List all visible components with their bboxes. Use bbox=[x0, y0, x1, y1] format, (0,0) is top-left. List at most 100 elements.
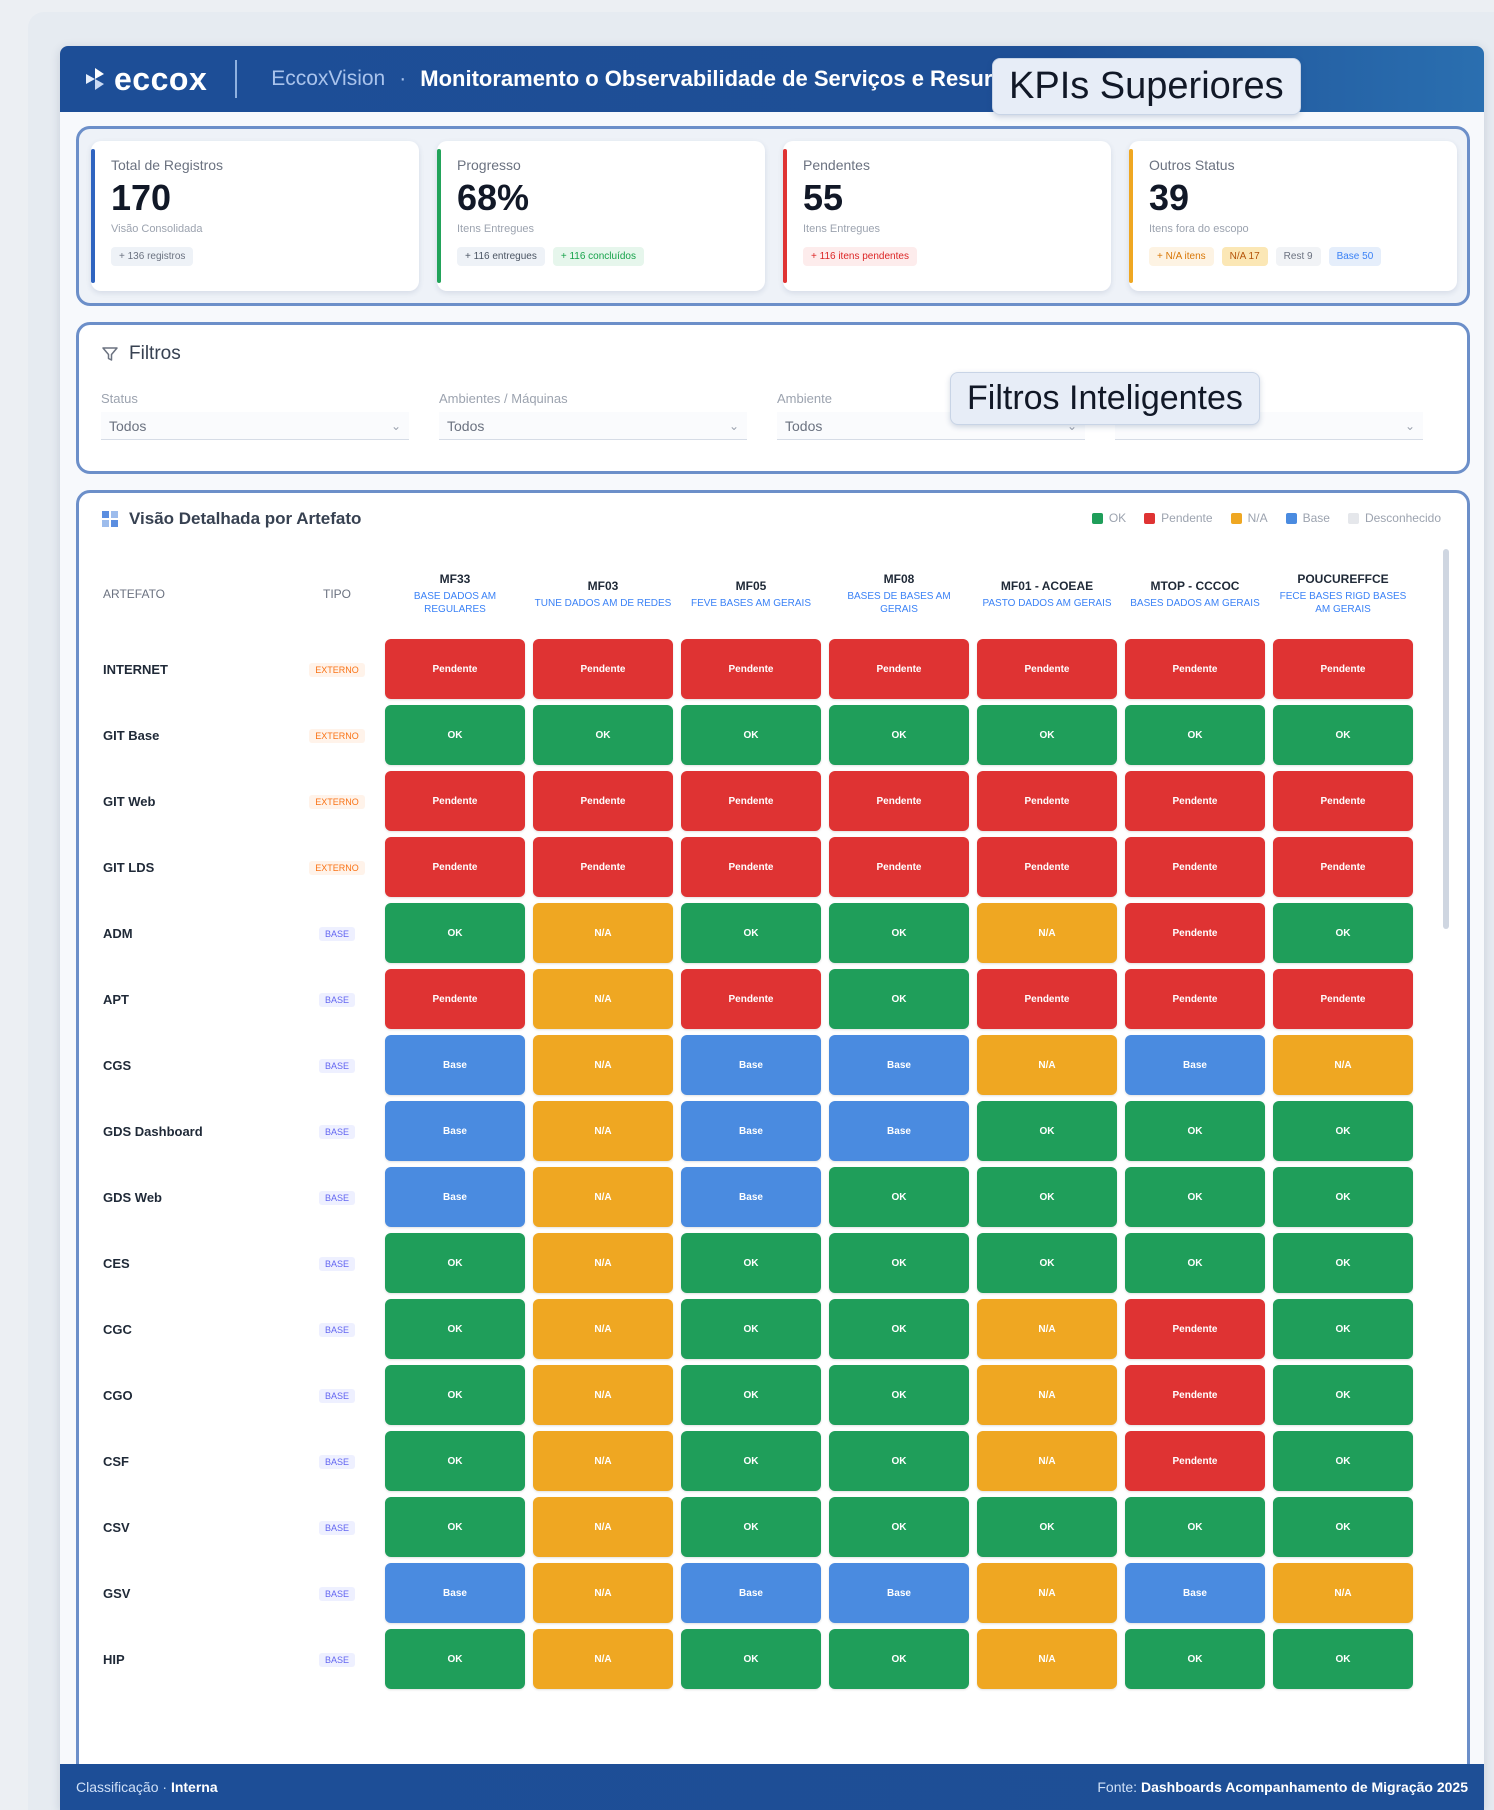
artifact-name[interactable]: INTERNET bbox=[99, 639, 289, 699]
artifact-name[interactable]: GIT Base bbox=[99, 705, 289, 765]
column-header-service[interactable]: MF05 FEVE BASES AM GERAIS bbox=[681, 555, 821, 633]
status-cell[interactable]: OK bbox=[681, 1233, 821, 1293]
status-cell[interactable]: OK bbox=[681, 903, 821, 963]
status-cell[interactable]: Pendente bbox=[1273, 771, 1413, 831]
status-cell[interactable]: OK bbox=[1125, 1629, 1265, 1689]
status-cell[interactable]: OK bbox=[385, 1365, 525, 1425]
column-header-service[interactable]: MF01 - ACOEAE PASTO DADOS AM GERAIS bbox=[977, 555, 1117, 633]
column-header-service[interactable]: MTOP - CCCOC BASES DADOS AM GERAIS bbox=[1125, 555, 1265, 633]
status-cell[interactable]: Pendente bbox=[977, 969, 1117, 1029]
status-cell[interactable]: OK bbox=[1273, 1167, 1413, 1227]
column-header-service[interactable]: MF33 BASE DADOS AM REGULARES bbox=[385, 555, 525, 633]
status-cell[interactable]: OK bbox=[1125, 1233, 1265, 1293]
column-header-service[interactable]: MF03 TUNE DADOS AM DE REDES bbox=[533, 555, 673, 633]
status-cell[interactable]: Pendente bbox=[681, 771, 821, 831]
artifact-name[interactable]: CSV bbox=[99, 1497, 289, 1557]
status-cell[interactable]: Base bbox=[829, 1035, 969, 1095]
status-cell[interactable]: N/A bbox=[977, 1035, 1117, 1095]
status-cell[interactable]: Base bbox=[681, 1035, 821, 1095]
status-cell[interactable]: OK bbox=[385, 1299, 525, 1359]
status-cell[interactable]: N/A bbox=[533, 1431, 673, 1491]
brand-logo[interactable]: eccox bbox=[82, 61, 207, 98]
status-cell[interactable]: N/A bbox=[977, 1431, 1117, 1491]
status-cell[interactable]: Base bbox=[681, 1563, 821, 1623]
kpi-card-pending[interactable]: Pendentes 55 Itens Entregues + 116 itens… bbox=[783, 141, 1111, 291]
status-cell[interactable]: OK bbox=[829, 969, 969, 1029]
artifact-name[interactable]: CGO bbox=[99, 1365, 289, 1425]
status-cell[interactable]: OK bbox=[829, 1497, 969, 1557]
column-header-artifact[interactable]: ARTEFATO bbox=[99, 555, 289, 633]
status-cell[interactable]: OK bbox=[829, 1431, 969, 1491]
status-cell[interactable]: Base bbox=[385, 1167, 525, 1227]
status-cell[interactable]: OK bbox=[829, 1365, 969, 1425]
status-cell[interactable]: OK bbox=[829, 903, 969, 963]
status-cell[interactable]: Pendente bbox=[1125, 1365, 1265, 1425]
status-cell[interactable]: Pendente bbox=[1125, 1299, 1265, 1359]
status-cell[interactable]: Base bbox=[1125, 1563, 1265, 1623]
status-cell[interactable]: OK bbox=[829, 1233, 969, 1293]
status-cell[interactable]: OK bbox=[385, 903, 525, 963]
status-cell[interactable]: Pendente bbox=[1125, 771, 1265, 831]
status-cell[interactable]: N/A bbox=[977, 1365, 1117, 1425]
kpi-card-other-status[interactable]: Outros Status 39 Itens fora do escopo + … bbox=[1129, 141, 1457, 291]
legend-item[interactable]: Pendente bbox=[1144, 511, 1213, 525]
status-cell[interactable]: OK bbox=[1273, 1365, 1413, 1425]
status-cell[interactable]: Pendente bbox=[681, 969, 821, 1029]
status-cell[interactable]: N/A bbox=[533, 1167, 673, 1227]
status-cell[interactable]: OK bbox=[1273, 1431, 1413, 1491]
status-cell[interactable]: OK bbox=[977, 705, 1117, 765]
product-name[interactable]: EccoxVision bbox=[271, 67, 385, 91]
column-header-service[interactable]: POUCUREFFCE FECE BASES RIGD BASES AM GERA… bbox=[1273, 555, 1413, 633]
status-cell[interactable]: Pendente bbox=[1125, 969, 1265, 1029]
status-cell[interactable]: N/A bbox=[533, 1299, 673, 1359]
status-cell[interactable]: N/A bbox=[977, 1299, 1117, 1359]
artifact-name[interactable]: GDS Dashboard bbox=[99, 1101, 289, 1161]
status-cell[interactable]: N/A bbox=[533, 1035, 673, 1095]
status-cell[interactable]: Base bbox=[385, 1563, 525, 1623]
status-cell[interactable]: Pendente bbox=[829, 837, 969, 897]
status-cell[interactable]: N/A bbox=[977, 1629, 1117, 1689]
status-cell[interactable]: OK bbox=[1273, 705, 1413, 765]
status-cell[interactable]: OK bbox=[1273, 1497, 1413, 1557]
status-cell[interactable]: OK bbox=[977, 1233, 1117, 1293]
status-cell[interactable]: Pendente bbox=[385, 639, 525, 699]
status-cell[interactable]: OK bbox=[385, 1233, 525, 1293]
legend-item[interactable]: OK bbox=[1091, 511, 1126, 525]
status-cell[interactable]: OK bbox=[385, 1497, 525, 1557]
artifact-name[interactable]: GIT LDS bbox=[99, 837, 289, 897]
status-cell[interactable]: OK bbox=[977, 1101, 1117, 1161]
status-cell[interactable]: Pendente bbox=[533, 771, 673, 831]
artifact-name[interactable]: APT bbox=[99, 969, 289, 1029]
status-cell[interactable]: OK bbox=[533, 705, 673, 765]
artifact-name[interactable]: ADM bbox=[99, 903, 289, 963]
status-cell[interactable]: OK bbox=[681, 1365, 821, 1425]
status-cell[interactable]: OK bbox=[829, 705, 969, 765]
artifact-name[interactable]: GSV bbox=[99, 1563, 289, 1623]
kpi-card-total[interactable]: Total de Registros 170 Visão Consolidada… bbox=[91, 141, 419, 291]
status-cell[interactable]: Base bbox=[385, 1101, 525, 1161]
status-cell[interactable]: Base bbox=[681, 1167, 821, 1227]
status-cell[interactable]: Base bbox=[829, 1563, 969, 1623]
status-cell[interactable]: Pendente bbox=[977, 771, 1117, 831]
status-cell[interactable]: Pendente bbox=[977, 639, 1117, 699]
status-cell[interactable]: OK bbox=[681, 705, 821, 765]
legend-item[interactable]: Desconhecido bbox=[1347, 511, 1441, 525]
status-cell[interactable]: N/A bbox=[533, 903, 673, 963]
status-cell[interactable]: Pendente bbox=[533, 837, 673, 897]
status-cell[interactable]: OK bbox=[385, 1629, 525, 1689]
artifact-name[interactable]: CGC bbox=[99, 1299, 289, 1359]
status-cell[interactable]: OK bbox=[681, 1497, 821, 1557]
vertical-scrollbar[interactable] bbox=[1443, 549, 1449, 929]
status-cell[interactable]: Pendente bbox=[533, 639, 673, 699]
status-cell[interactable]: OK bbox=[1273, 903, 1413, 963]
status-cell[interactable]: N/A bbox=[977, 1563, 1117, 1623]
status-cell[interactable]: OK bbox=[385, 1431, 525, 1491]
status-cell[interactable]: OK bbox=[1125, 705, 1265, 765]
status-cell[interactable]: Pendente bbox=[681, 639, 821, 699]
status-cell[interactable]: Pendente bbox=[1273, 639, 1413, 699]
status-cell[interactable]: Base bbox=[681, 1101, 821, 1161]
status-cell[interactable]: OK bbox=[385, 705, 525, 765]
status-cell[interactable]: N/A bbox=[533, 1497, 673, 1557]
status-cell[interactable]: OK bbox=[829, 1167, 969, 1227]
kpi-card-progress[interactable]: Progresso 68% Itens Entregues + 116 entr… bbox=[437, 141, 765, 291]
